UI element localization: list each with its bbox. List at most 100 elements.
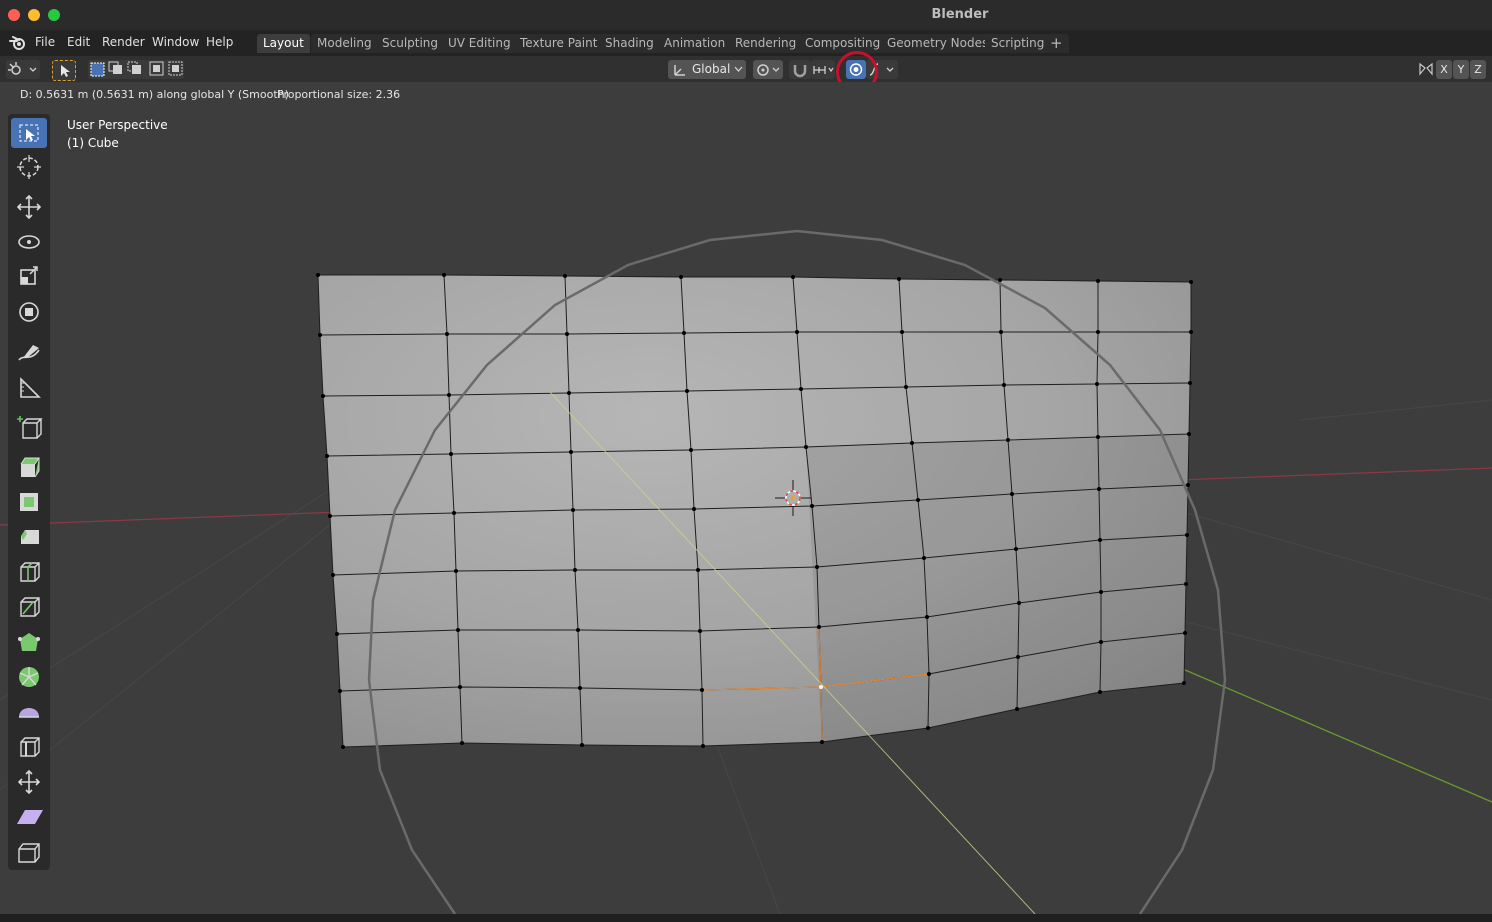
selection-mode-icons[interactable] xyxy=(88,60,184,79)
tab-animation[interactable]: Animation xyxy=(658,34,732,53)
mesh-vertex[interactable] xyxy=(926,726,930,730)
mesh-vertex[interactable] xyxy=(791,275,795,279)
menu-render[interactable]: Render xyxy=(102,35,145,49)
mesh-vertex[interactable] xyxy=(341,745,345,749)
tool-loop-cut[interactable] xyxy=(11,557,47,587)
mesh-vertex[interactable] xyxy=(338,689,342,693)
mesh-vertex[interactable] xyxy=(1002,383,1006,387)
tab-sculpting[interactable]: Sculpting xyxy=(376,34,445,53)
tab-shading[interactable]: Shading xyxy=(599,34,660,53)
mesh-vertex[interactable] xyxy=(916,498,920,502)
tool-smooth[interactable] xyxy=(11,697,47,727)
mesh-vertex[interactable] xyxy=(810,504,814,508)
mesh-vertex[interactable] xyxy=(685,389,689,393)
tool-rotate[interactable] xyxy=(11,227,47,257)
mesh-vertex[interactable] xyxy=(1017,601,1021,605)
mesh-vertex[interactable] xyxy=(458,685,462,689)
tab-scripting[interactable]: Scripting xyxy=(985,34,1051,53)
mesh-vertex[interactable] xyxy=(900,330,904,334)
add-workspace-button[interactable]: + xyxy=(1044,34,1069,53)
mesh-vertex[interactable] xyxy=(1187,432,1191,436)
tab-uv-editing[interactable]: UV Editing xyxy=(442,34,517,53)
mesh-vertex[interactable] xyxy=(1015,707,1019,711)
mesh-vertex[interactable] xyxy=(700,688,704,692)
mesh-vertex[interactable] xyxy=(1183,631,1187,635)
tool-move[interactable] xyxy=(11,192,47,222)
mesh-vertex[interactable] xyxy=(578,686,582,690)
mesh-vertex[interactable] xyxy=(563,274,567,278)
viewport-3d[interactable] xyxy=(0,0,1492,922)
mesh-vertex[interactable] xyxy=(565,332,569,336)
mesh-vertex[interactable] xyxy=(316,273,320,277)
tool-extrude-region[interactable] xyxy=(11,452,47,482)
tool-spin[interactable] xyxy=(11,662,47,692)
mesh-vertex[interactable] xyxy=(696,568,700,572)
menu-window[interactable]: Window xyxy=(152,35,199,49)
mesh-vertex[interactable] xyxy=(1016,655,1020,659)
mesh-vertex[interactable] xyxy=(1096,279,1100,283)
mesh-vertex[interactable] xyxy=(692,507,696,511)
mesh-vertex[interactable] xyxy=(897,277,901,281)
mesh-vertex[interactable] xyxy=(682,331,686,335)
mesh-vertex[interactable] xyxy=(442,273,446,277)
mesh-vertex[interactable] xyxy=(1014,547,1018,551)
mesh-vertex[interactable] xyxy=(456,628,460,632)
mesh-vertex[interactable] xyxy=(571,508,575,512)
tool-add-cube[interactable] xyxy=(11,413,47,443)
mesh-vertex[interactable] xyxy=(1097,487,1101,491)
mesh-vertex[interactable] xyxy=(804,445,808,449)
mesh-vertex[interactable] xyxy=(999,330,1003,334)
mesh-vertex[interactable] xyxy=(567,391,571,395)
tool-scale[interactable] xyxy=(11,262,47,292)
mesh-vertex[interactable] xyxy=(1095,382,1099,386)
mesh-plane[interactable] xyxy=(316,273,1193,749)
tab-layout[interactable]: Layout xyxy=(257,34,310,53)
mesh-vertex[interactable] xyxy=(576,628,580,632)
mesh-vertex[interactable] xyxy=(1184,582,1188,586)
mesh-vertex[interactable] xyxy=(460,741,464,745)
mesh-vertex[interactable] xyxy=(1099,590,1103,594)
mesh-vertex[interactable] xyxy=(1099,640,1103,644)
mesh-vertex[interactable] xyxy=(1188,381,1192,385)
tool-inset-faces[interactable] xyxy=(11,487,47,517)
select-tool-header-button[interactable] xyxy=(52,60,76,81)
mesh-vertex[interactable] xyxy=(1186,483,1190,487)
mesh-vertex[interactable] xyxy=(817,625,821,629)
tool-knife[interactable] xyxy=(11,592,47,622)
mesh-vertex[interactable] xyxy=(815,565,819,569)
mesh-vertex[interactable] xyxy=(689,448,693,452)
mesh-vertex[interactable] xyxy=(1189,280,1193,284)
tool-shear[interactable] xyxy=(11,802,47,832)
tool-annotate[interactable] xyxy=(11,338,47,368)
mesh-vertex[interactable] xyxy=(925,615,929,619)
mesh-vertex[interactable] xyxy=(449,452,453,456)
mesh-vertex[interactable] xyxy=(321,394,325,398)
tab-modeling[interactable]: Modeling xyxy=(311,34,378,53)
menu-file[interactable]: File xyxy=(35,35,55,49)
pivot-point-dropdown[interactable] xyxy=(753,60,783,79)
mirror-y-toggle[interactable]: Y xyxy=(1453,60,1469,79)
tab-rendering[interactable]: Rendering xyxy=(729,34,803,53)
mesh-vertex[interactable] xyxy=(1096,330,1100,334)
mesh-vertex[interactable] xyxy=(1182,681,1186,685)
mesh-vertex[interactable] xyxy=(325,454,329,458)
tool-select-box[interactable] xyxy=(11,118,47,148)
mesh-vertex[interactable] xyxy=(452,511,456,515)
tool-shrink-fatten[interactable] xyxy=(11,767,47,797)
mesh-vertex[interactable] xyxy=(573,568,577,572)
snap-target-dropdown[interactable] xyxy=(811,60,835,79)
tab-geometry-nodes[interactable]: Geometry Nodes xyxy=(881,34,995,53)
mesh-vertex[interactable] xyxy=(795,330,799,334)
mesh-vertex[interactable] xyxy=(1098,538,1102,542)
tool-transform[interactable] xyxy=(11,297,47,327)
mesh-vertex[interactable] xyxy=(904,385,908,389)
tool-measure[interactable] xyxy=(11,373,47,403)
transform-orientation-dropdown[interactable]: Global xyxy=(668,60,746,79)
mirror-z-toggle[interactable]: Z xyxy=(1470,60,1486,79)
mesh-vertex[interactable] xyxy=(1010,492,1014,496)
mesh-vertex[interactable] xyxy=(922,556,926,560)
mesh-vertex[interactable] xyxy=(927,672,931,676)
menu-edit[interactable]: Edit xyxy=(67,35,90,49)
mesh-vertex[interactable] xyxy=(445,332,449,336)
mesh-vertex[interactable] xyxy=(569,450,573,454)
